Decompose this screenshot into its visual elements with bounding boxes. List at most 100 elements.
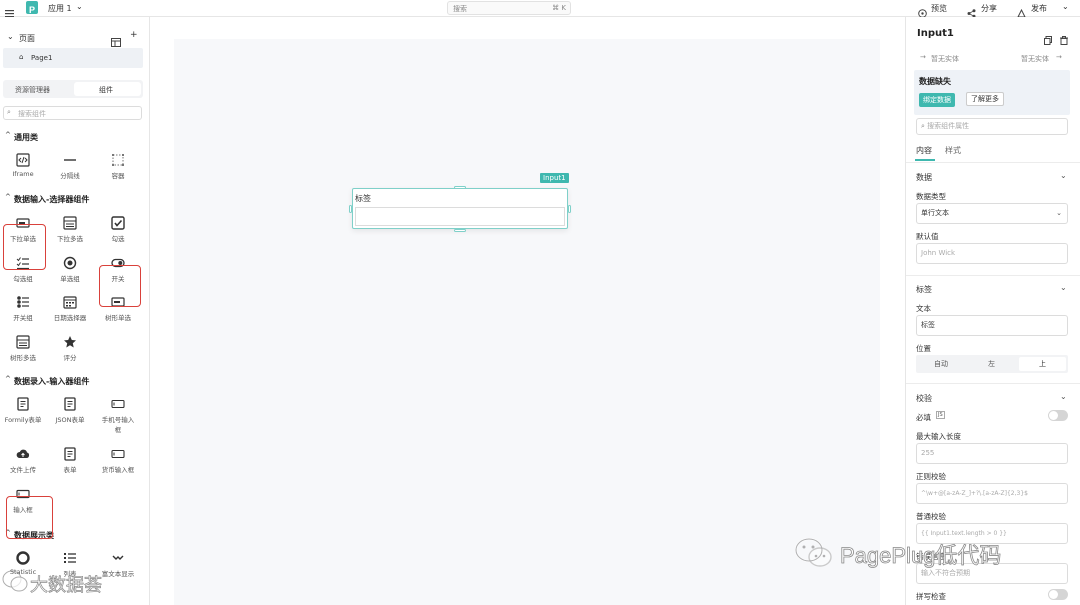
component-json-form[interactable]: JSON表单 <box>48 397 92 424</box>
chevron-down-icon[interactable]: ⌄ <box>1060 392 1067 401</box>
share-icon <box>967 3 976 18</box>
collapse-pages-icon[interactable]: ⌄ <box>7 32 14 41</box>
tab-components-label: 组件 <box>99 86 113 94</box>
max-length-input[interactable]: 255 <box>916 443 1068 464</box>
tab-style[interactable]: 样式 <box>945 145 961 156</box>
component-switch-group[interactable]: 开关组 <box>1 295 45 322</box>
widget-name-badge[interactable]: Input1 <box>540 173 569 183</box>
resize-handle-bottom[interactable] <box>454 229 466 232</box>
statistic-icon <box>16 551 30 565</box>
js-toggle-badge[interactable]: JS <box>936 411 945 419</box>
chevron-down-icon[interactable]: ⌄ <box>1060 283 1067 292</box>
data-type-label: 数据类型 <box>916 192 946 201</box>
component-label: 手机号输入 <box>101 416 135 424</box>
arrow-right-icon[interactable]: → <box>920 53 926 61</box>
data-type-select[interactable]: 单行文本 ⌄ <box>916 203 1068 224</box>
chevron-up-icon[interactable]: ^ <box>5 375 11 383</box>
component-formily-form[interactable]: Formily表单 <box>1 397 45 424</box>
app-name[interactable]: 应用 1 <box>48 3 72 14</box>
spellcheck-label: 拼写检查 <box>916 592 946 601</box>
section-validation[interactable]: 校验 <box>916 393 932 404</box>
input-widget-field[interactable] <box>355 207 565 226</box>
tab-resources[interactable]: 资源管理器 <box>15 85 50 95</box>
regex-input[interactable]: ^\w+@[a-zA-Z_]+?\.[a-zA-Z]{2,3}$ <box>916 483 1068 504</box>
publish-button[interactable]: 发布 <box>1031 3 1047 14</box>
component-container[interactable]: 容器 <box>96 153 140 180</box>
component-label: 单选组 <box>60 275 80 283</box>
input-widget-label: 标签 <box>355 194 371 203</box>
divider <box>906 162 1080 163</box>
star-icon <box>64 336 76 348</box>
component-currency-input[interactable]: 货币输入框 <box>96 447 140 474</box>
copy-icon[interactable] <box>1044 30 1052 45</box>
tab-active-indicator <box>915 159 935 161</box>
component-form[interactable]: 表单 <box>48 447 92 474</box>
property-search-input[interactable]: ⌕ 搜索组件属性 <box>916 118 1068 135</box>
switch-group-icon <box>17 296 29 308</box>
page-item-page1[interactable]: ⌂ Page1 <box>3 48 143 68</box>
component-datepicker[interactable]: 日期选择器 <box>48 295 92 322</box>
delete-icon[interactable] <box>1060 30 1068 45</box>
label-text-input[interactable]: 标签 <box>916 315 1068 336</box>
phone-input-icon <box>111 399 125 409</box>
component-label: 勾选 <box>111 235 125 243</box>
component-file-upload[interactable]: 文件上传 <box>1 447 45 474</box>
chevron-down-icon[interactable]: ⌄ <box>76 2 83 11</box>
menu-icon[interactable] <box>5 3 14 18</box>
learn-more-button[interactable]: 了解更多 <box>966 92 1004 106</box>
position-auto[interactable]: 自动 <box>934 359 948 369</box>
nav-prev-entity[interactable]: 暂无实体 <box>931 54 959 64</box>
canvas-area[interactable] <box>174 39 880 605</box>
wechat-icon <box>794 536 834 570</box>
component-checkbox[interactable]: 勾选 <box>96 216 140 243</box>
watermark-bigdata: 大数据荟 <box>30 575 103 597</box>
editor-canvas[interactable]: 标签 Input1 <box>150 17 905 605</box>
resize-handle-left[interactable] <box>349 205 352 213</box>
multiselect-icon <box>63 216 77 230</box>
resize-handle-right[interactable] <box>568 205 571 213</box>
rich-text-icon <box>112 555 124 560</box>
section-data[interactable]: 数据 <box>916 172 932 183</box>
property-search-placeholder: 搜索组件属性 <box>927 122 970 130</box>
component-tree-multiselect[interactable]: 树形多选 <box>1 335 45 362</box>
property-pane-title[interactable]: Input1 <box>917 28 954 39</box>
position-left[interactable]: 左 <box>988 359 995 369</box>
publish-chevron-icon[interactable]: ⌄ <box>1062 2 1069 11</box>
layout-icon[interactable] <box>111 32 121 47</box>
component-rate[interactable]: 评分 <box>48 335 92 362</box>
spellcheck-toggle[interactable] <box>1048 589 1068 600</box>
nav-next-entity[interactable]: 暂无实体 <box>1021 54 1049 64</box>
component-multiselect[interactable]: 下拉多选 <box>48 216 92 243</box>
property-pane: Input1 → 暂无实体 暂无实体 → 数据缺失 绑定数据 了解更多 ⌕ 搜索… <box>905 17 1080 605</box>
common-validation-label: 普通校验 <box>916 512 946 521</box>
component-divider[interactable]: 分隔线 <box>48 153 92 180</box>
cloud-upload-icon <box>16 449 30 458</box>
preview-button[interactable]: 预览 <box>931 3 947 14</box>
component-iframe[interactable]: Iframe <box>1 153 45 178</box>
component-label: Formily表单 <box>4 416 42 424</box>
position-top[interactable]: 上 <box>1019 357 1066 371</box>
code-icon <box>16 153 30 167</box>
component-phone-input[interactable]: 手机号输入 框 <box>96 397 140 434</box>
component-search-input[interactable]: ⌕ 搜索组件 <box>3 106 142 120</box>
chevron-up-icon[interactable]: ^ <box>5 131 11 139</box>
input-widget[interactable]: 标签 <box>349 186 571 232</box>
tab-content[interactable]: 内容 <box>916 145 932 156</box>
watermark-pageplug: PagePlug低代码 <box>840 543 1002 569</box>
component-rich-text[interactable]: 富文本显示 <box>96 551 140 578</box>
required-toggle[interactable] <box>1048 410 1068 421</box>
chevron-up-icon[interactable]: ^ <box>5 193 11 201</box>
search-shortcut: ⌘ K <box>552 4 566 12</box>
bind-data-button[interactable]: 绑定数据 <box>919 93 955 107</box>
default-value-input[interactable]: John Wick <box>916 243 1068 264</box>
tab-components[interactable]: 组件 <box>74 82 141 96</box>
add-page-icon[interactable]: + <box>130 30 138 40</box>
section-label[interactable]: 标签 <box>916 284 932 295</box>
global-search-input[interactable]: 搜索 ⌘ K <box>447 1 571 15</box>
resize-handle-top[interactable] <box>454 186 466 189</box>
chevron-down-icon[interactable]: ⌄ <box>1060 171 1067 180</box>
arrow-right-icon[interactable]: → <box>1056 53 1062 61</box>
component-radio-group[interactable]: 单选组 <box>48 256 92 283</box>
component-search-placeholder: 搜索组件 <box>18 110 46 118</box>
share-button[interactable]: 分享 <box>981 3 997 14</box>
